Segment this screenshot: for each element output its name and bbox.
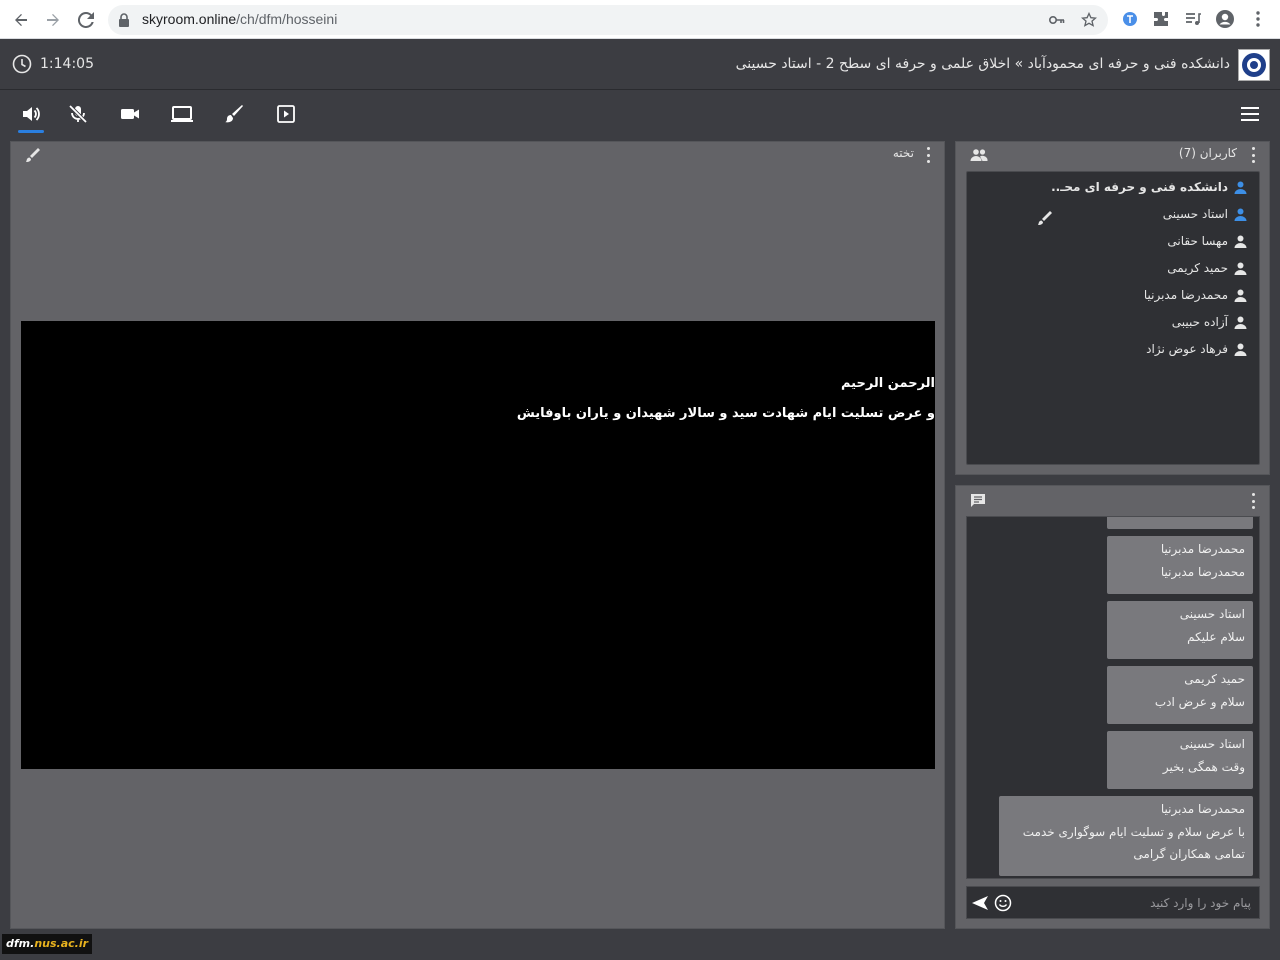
presentation-icon — [277, 105, 295, 123]
lock-icon — [119, 13, 129, 27]
profile-avatar-icon[interactable] — [1215, 9, 1235, 29]
user-icon — [1234, 289, 1247, 302]
user-name: حمید کریمی — [1167, 261, 1228, 275]
user-icon — [1234, 262, 1247, 275]
slide-line-1: الرحمن الرحیم — [840, 376, 935, 391]
presentation-slide: الرحمن الرحیم و عرض تسلیت ایام شهادت سید… — [21, 321, 935, 769]
screen-share-icon — [171, 106, 193, 122]
chat-messages[interactable]: محمدرضا مدبرنیا محمدرضا مدبرنیا استاد حس… — [966, 516, 1260, 879]
chat-input-bar — [966, 886, 1260, 919]
clock-icon — [12, 54, 32, 74]
url-text: skyroom.online/ch/dfm/hosseini — [142, 11, 338, 27]
user-row[interactable]: دانشکده فنی و حرفه ای محـ.. — [1051, 176, 1247, 198]
user-name: دانشکده فنی و حرفه ای محـ.. — [1051, 180, 1228, 194]
chat-message: محمدرضا مدبرنیا محمدرضا مدبرنیا — [1107, 536, 1253, 594]
emoji-icon[interactable] — [994, 894, 1012, 912]
whiteboard-panel: تخته الرحمن الرحیم و عرض تسلیت ایام شهاد… — [10, 141, 945, 929]
user-row[interactable]: آزاده حبیبی — [1172, 311, 1247, 333]
user-row[interactable]: استاد حسینی — [1163, 203, 1247, 225]
users-options-icon[interactable] — [1250, 147, 1256, 163]
whiteboard-title: تخته — [892, 146, 914, 160]
user-icon — [1234, 316, 1247, 329]
user-name: استاد حسینی — [1162, 207, 1228, 221]
whiteboard-brush-button[interactable] — [221, 101, 247, 127]
chat-message: محمدرضا مدبرنیا با عرض سلام و تسلیت ایام… — [999, 796, 1253, 876]
chat-message-partial — [1107, 517, 1253, 529]
speaker-button[interactable] — [18, 101, 44, 133]
user-name: مهسا حقانی — [1167, 234, 1228, 248]
microphone-button[interactable] — [65, 101, 91, 127]
user-name: فرهاد عوض نژاد — [1146, 342, 1228, 356]
whiteboard-pen-icon[interactable] — [25, 147, 41, 163]
screen-share-button[interactable] — [169, 101, 195, 127]
speaker-icon — [23, 107, 40, 121]
institute-logo — [1238, 49, 1270, 81]
chat-icon — [970, 493, 986, 509]
reload-icon[interactable] — [73, 7, 99, 33]
user-icon — [1234, 181, 1247, 194]
user-row[interactable]: مهسا حقانی — [1167, 230, 1247, 252]
back-icon[interactable] — [8, 7, 34, 33]
user-icon — [1234, 208, 1247, 221]
user-row[interactable]: فرهاد عوض نژاد — [1146, 338, 1247, 360]
chat-message: استاد حسینی سلام علیکم — [1107, 601, 1253, 659]
browser-menu-icon[interactable] — [1248, 9, 1268, 29]
media-queue-icon[interactable] — [1183, 9, 1203, 29]
brush-icon — [225, 105, 243, 123]
room-toolbar — [0, 91, 1280, 139]
room-title: دانشکده فنی و حرفه ای محمودآباد » اخلاق … — [735, 56, 1230, 72]
chat-message: حمید کریمی سلام و عرض ادب — [1107, 666, 1253, 724]
site-watermark: dfm.nus.ac.ir — [2, 934, 93, 954]
chat-panel: محمدرضا مدبرنیا محمدرضا مدبرنیا استاد حس… — [955, 485, 1270, 929]
address-bar[interactable]: skyroom.online/ch/dfm/hosseini — [108, 5, 1108, 35]
user-icon — [1234, 343, 1247, 356]
presenter-pen-icon — [1037, 210, 1053, 226]
user-row[interactable]: محمدرضا مدبرنیا — [1144, 284, 1247, 306]
users-list: دانشکده فنی و حرفه ای محـ.. استاد حسینی مه… — [966, 171, 1260, 465]
hamburger-icon — [1241, 107, 1259, 121]
camera-button[interactable] — [117, 101, 143, 127]
mic-off-icon — [68, 104, 88, 124]
user-name: محمدرضا مدبرنیا — [1143, 288, 1228, 302]
whiteboard-header: تخته — [11, 142, 944, 166]
star-icon[interactable] — [1080, 11, 1098, 29]
send-icon[interactable] — [971, 894, 989, 912]
browser-chrome: skyroom.online/ch/dfm/hosseini — [0, 0, 1280, 39]
users-title: کاربران (7) — [1178, 146, 1237, 160]
forward-icon[interactable] — [40, 7, 66, 33]
extensions-icon[interactable] — [1151, 9, 1171, 29]
translate-extension-icon[interactable] — [1120, 9, 1140, 29]
users-group-icon — [970, 147, 988, 161]
users-panel: کاربران (7) دانشکده فنی و حرفه ای محـ.. ا… — [955, 141, 1270, 475]
timer-text: 1:14:05 — [40, 56, 94, 72]
user-row[interactable]: حمید کریمی — [1167, 257, 1247, 279]
presentation-button[interactable] — [273, 101, 299, 127]
key-icon[interactable] — [1048, 11, 1066, 29]
chat-options-icon[interactable] — [1250, 493, 1256, 509]
camera-icon — [121, 109, 139, 119]
room-header: 1:14:05 دانشکده فنی و حرفه ای محمودآباد … — [0, 40, 1280, 90]
chat-message-input[interactable] — [1031, 893, 1251, 913]
user-icon — [1234, 235, 1247, 248]
user-name: آزاده حبیبی — [1171, 315, 1228, 329]
chat-message: استاد حسینی وقت همگی بخیر — [1107, 731, 1253, 789]
hamburger-menu-button[interactable] — [1240, 104, 1260, 124]
slide-line-2: و عرض تسلیت ایام شهادت سید و سالار شهیدا… — [516, 406, 935, 421]
whiteboard-options-icon[interactable] — [925, 147, 931, 163]
session-timer: 1:14:05 — [12, 54, 94, 74]
